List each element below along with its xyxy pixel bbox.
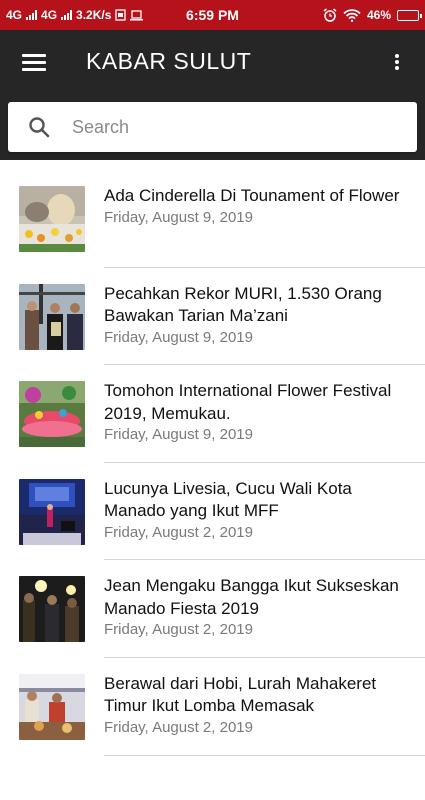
news-text: Berawal dari Hobi, Lurah Mahakeret Timur… bbox=[104, 673, 425, 756]
news-title: Berawal dari Hobi, Lurah Mahakeret Timur… bbox=[104, 673, 377, 716]
news-item[interactable]: Pecahkan Rekor MURI, 1.530 Orang Bawakan… bbox=[0, 268, 425, 366]
news-thumbnail bbox=[19, 381, 85, 448]
news-thumbnail bbox=[19, 576, 85, 643]
news-date: Friday, August 9, 2019 bbox=[104, 426, 253, 444]
laptop-icon bbox=[130, 9, 144, 20]
news-item[interactable]: Ada Cinderella Di Tounament of Flower Fr… bbox=[0, 170, 425, 268]
news-list: Ada Cinderella Di Tounament of Flower Fr… bbox=[0, 170, 425, 756]
news-date: Friday, August 9, 2019 bbox=[104, 328, 253, 346]
search-box[interactable] bbox=[8, 102, 417, 152]
network-speed: 3.2K/s bbox=[76, 8, 112, 22]
news-text: Tomohon International Flower Festival 20… bbox=[104, 380, 425, 463]
news-title: Pecahkan Rekor MURI, 1.530 Orang Bawakan… bbox=[104, 283, 382, 326]
news-title: Lucunya Livesia, Cucu Wali Kota Manado y… bbox=[104, 478, 352, 521]
news-title: Ada Cinderella Di Tounament of Flower bbox=[104, 186, 400, 205]
battery-icon bbox=[397, 9, 422, 21]
signal-icon bbox=[26, 10, 38, 20]
status-right: 46% bbox=[323, 8, 422, 22]
news-date: Friday, August 2, 2019 bbox=[104, 621, 253, 639]
app-title: KABAR SULUT bbox=[86, 48, 252, 74]
network-type-2: 4G bbox=[41, 8, 58, 22]
signal-icon-2 bbox=[61, 10, 73, 20]
alarm-icon bbox=[323, 8, 337, 22]
sim-icon bbox=[115, 9, 127, 21]
news-thumbnail bbox=[19, 283, 85, 350]
news-date: Friday, August 2, 2019 bbox=[104, 523, 253, 541]
status-bar: 4G 4G 3.2K/s 6:59 PM 46% bbox=[0, 0, 425, 30]
news-thumbnail bbox=[19, 186, 85, 252]
search-icon bbox=[29, 117, 50, 138]
app-bar: KABAR SULUT bbox=[0, 30, 425, 160]
news-thumbnail bbox=[19, 478, 85, 545]
more-options-icon[interactable] bbox=[389, 52, 405, 72]
news-text: Ada Cinderella Di Tounament of Flower Fr… bbox=[104, 185, 425, 268]
news-date: Friday, August 2, 2019 bbox=[104, 718, 253, 736]
news-item[interactable]: Tomohon International Flower Festival 20… bbox=[0, 365, 425, 463]
search-input[interactable] bbox=[72, 116, 417, 138]
news-date: Friday, August 9, 2019 bbox=[104, 208, 253, 226]
network-type-1: 4G bbox=[6, 8, 23, 22]
news-item[interactable]: Lucunya Livesia, Cucu Wali Kota Manado y… bbox=[0, 463, 425, 561]
battery-percent: 46% bbox=[366, 8, 391, 22]
news-title: Tomohon International Flower Festival 20… bbox=[104, 381, 392, 423]
news-thumbnail bbox=[19, 673, 85, 740]
menu-icon[interactable] bbox=[22, 54, 46, 72]
news-title: Jean Mengaku Bangga Ikut Sukseskan Manad… bbox=[104, 576, 399, 618]
wifi-icon bbox=[343, 8, 361, 22]
news-item[interactable]: Berawal dari Hobi, Lurah Mahakeret Timur… bbox=[0, 658, 425, 756]
news-item[interactable]: Jean Mengaku Bangga Ikut Sukseskan Manad… bbox=[0, 560, 425, 658]
news-text: Pecahkan Rekor MURI, 1.530 Orang Bawakan… bbox=[104, 283, 425, 366]
news-text: Lucunya Livesia, Cucu Wali Kota Manado y… bbox=[104, 478, 425, 561]
status-left: 4G 4G 3.2K/s bbox=[6, 8, 323, 22]
news-text: Jean Mengaku Bangga Ikut Sukseskan Manad… bbox=[104, 575, 425, 658]
